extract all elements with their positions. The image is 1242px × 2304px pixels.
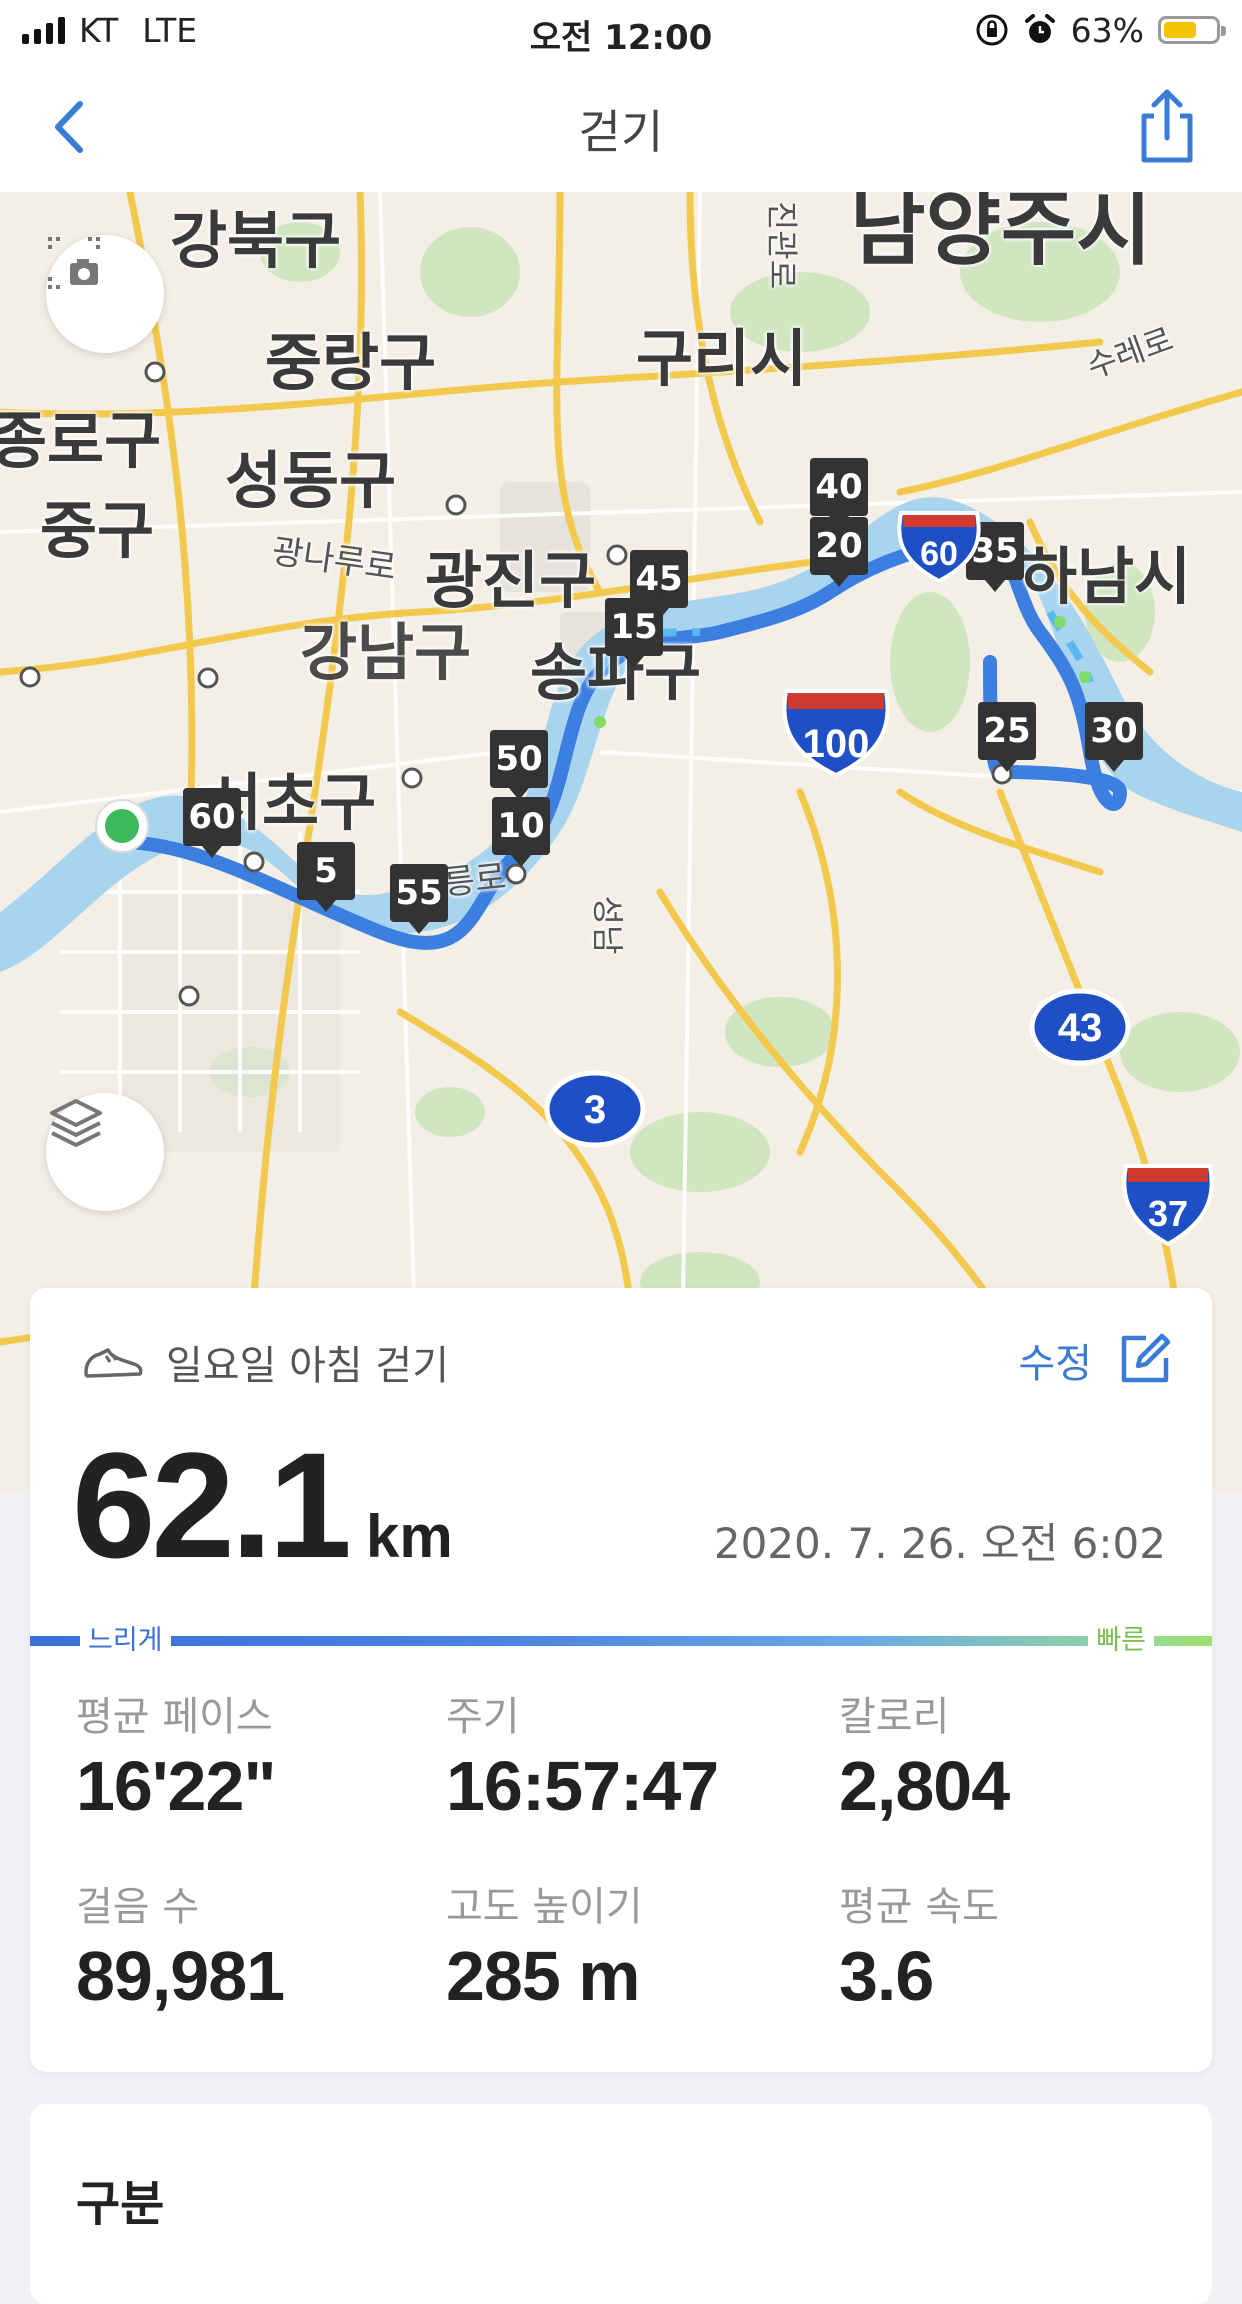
svg-text:43: 43	[1058, 1006, 1103, 1050]
alarm-icon	[1024, 14, 1055, 43]
stat-avg-pace: 평균 페이스 16'22"	[76, 1684, 436, 1826]
distance-number: 62.1	[72, 1421, 352, 1589]
stat-value: 3.6	[839, 1937, 934, 2015]
activity-date: 2020. 7. 26. 오전 6:02	[713, 1519, 1166, 1568]
stat-value: 89,981	[76, 1937, 285, 2015]
km-marker: 60	[183, 788, 241, 858]
map-label-guri: 구리시	[636, 322, 808, 395]
stat-avg-speed: 평균 속도 3.6	[839, 1874, 1199, 2016]
stat-elevation: 고도 높이기 285 m	[446, 1874, 806, 2016]
battery-percent: 63%	[1070, 10, 1144, 50]
map-label-jingwan: 진관로	[763, 200, 802, 290]
stat-label: 고도 높이기	[446, 1884, 643, 1930]
pace-slow-label: 느리게	[80, 1626, 171, 1656]
km-marker: 20	[810, 517, 868, 587]
map-layers-button[interactable]	[46, 1093, 164, 1211]
map-label-namyangju: 남양주시	[850, 192, 1152, 277]
activity-summary-card: 일요일 아침 걷기 수정 62.1 km 2020. 7. 26. 오전 6:02…	[30, 1288, 1212, 2072]
stat-value: 16:57:47	[446, 1747, 719, 1825]
status-bar: KT LTE 오전 12:00 63%	[0, 0, 1242, 62]
map-label-seongdong: 성동구	[225, 444, 397, 517]
activity-name: 일요일 아침 걷기	[166, 1343, 450, 1389]
layers-icon	[50, 1099, 102, 1147]
svg-text:60: 60	[920, 535, 958, 573]
stat-label: 평균 페이스	[76, 1694, 273, 1740]
edit-label: 수정	[1018, 1341, 1092, 1387]
km-marker: 10	[492, 797, 550, 867]
shoe-icon	[84, 1348, 143, 1378]
km-marker: 5	[297, 842, 355, 912]
splits-title: 구분	[76, 2176, 165, 2232]
stat-steps: 걸음 수 89,981	[76, 1874, 436, 2016]
pace-gradient	[30, 1636, 1212, 1646]
camera-frame-icon	[48, 237, 100, 289]
edit-button[interactable]: 수정	[1018, 1328, 1172, 1392]
stat-value: 285 m	[446, 1937, 640, 2015]
highway-shield-3: 3	[544, 1070, 646, 1148]
svg-text:3: 3	[584, 1088, 606, 1132]
svg-text:37: 37	[1148, 1193, 1188, 1234]
distance-value: 62.1 km	[72, 1420, 453, 1622]
highway-shield-60: 60	[897, 511, 981, 584]
map-label-junggu: 중구	[40, 494, 155, 567]
splits-card: 구분	[30, 2104, 1212, 2304]
stat-value: 2,804	[839, 1747, 1010, 1825]
stat-label: 칼로리	[839, 1694, 950, 1740]
pace-fast-label: 빠른	[1088, 1626, 1154, 1656]
map-label-jongno: 종로구	[0, 404, 162, 477]
stat-label: 평균 속도	[839, 1884, 999, 1930]
km-marker: 15	[605, 598, 663, 668]
stat-calories: 칼로리 2,804	[839, 1684, 1199, 1826]
highway-shield-37: 37	[1122, 1164, 1214, 1247]
nav-bar: 걷기	[0, 62, 1242, 193]
distance-unit: km	[365, 1503, 453, 1570]
stat-duration: 주기 16:57:47	[446, 1684, 806, 1826]
stat-value: 16'22"	[76, 1747, 277, 1825]
map-label-gangbuk: 강북구	[170, 204, 342, 277]
page-title: 걷기	[578, 105, 664, 159]
map-label-gangnam: 강남구	[300, 616, 472, 689]
svg-text:100: 100	[803, 722, 870, 766]
km-marker: 40	[810, 458, 868, 528]
map-label-jungnang: 중랑구	[265, 326, 437, 399]
highway-shield-100: 100	[782, 689, 890, 778]
battery-icon	[1158, 16, 1226, 44]
map-label-seongnam: 성남	[588, 895, 627, 955]
edit-icon	[1121, 1333, 1171, 1383]
km-marker: 50	[490, 730, 548, 800]
stat-label: 걸음 수	[76, 1884, 200, 1930]
status-right: 63%	[975, 10, 1226, 50]
km-marker: 55	[390, 864, 448, 934]
map-label-hanam: 하남시	[1020, 540, 1192, 613]
km-marker: 30	[1085, 702, 1143, 772]
share-icon[interactable]	[1132, 86, 1202, 166]
orientation-lock-icon	[976, 14, 1008, 46]
map-snapshot-button[interactable]	[46, 235, 164, 353]
highway-shield-43: 43	[1029, 988, 1131, 1066]
activity-header: 일요일 아침 걷기	[82, 1332, 449, 1392]
km-marker: 25	[978, 702, 1036, 772]
pace-legend: 느리게 빠른	[30, 1626, 1212, 1656]
stat-label: 주기	[446, 1694, 520, 1740]
